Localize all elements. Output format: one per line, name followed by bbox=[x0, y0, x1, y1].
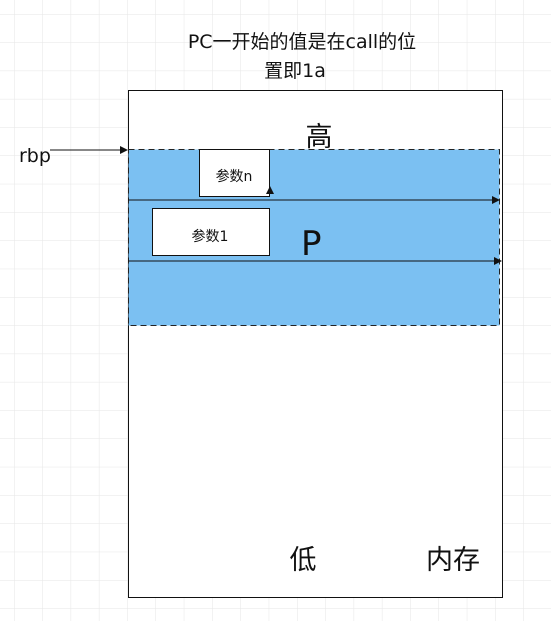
param-n-label: 参数n bbox=[216, 168, 253, 185]
title-line-2: 置即1a bbox=[264, 60, 326, 82]
title-line-1: PC一开始的值是在call的位 bbox=[188, 31, 416, 53]
frame-label: P bbox=[301, 224, 322, 264]
diagram-canvas: PC一开始的值是在call的位 置即1a 高 rbp 参数n 参数1 P 低 内… bbox=[0, 0, 551, 621]
param-1-label: 参数1 bbox=[192, 228, 229, 245]
memory-low-label: 低 bbox=[290, 545, 317, 576]
memory-label: 内存 bbox=[426, 545, 480, 576]
memory-high-label: 高 bbox=[306, 122, 333, 153]
rbp-label: rbp bbox=[19, 145, 51, 167]
